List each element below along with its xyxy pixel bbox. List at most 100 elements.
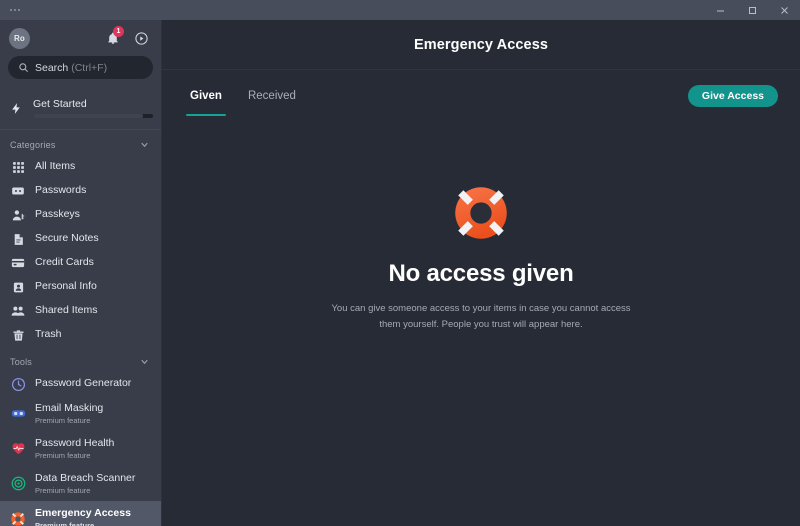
nav-text: Shared Items	[35, 304, 97, 317]
nav-text: Passkeys	[35, 208, 80, 221]
nav-text: Data Breach Scanner Premium feature	[35, 472, 135, 496]
search-input[interactable]: Search (Ctrl+F)	[8, 56, 153, 79]
notification-badge: 1	[113, 26, 124, 37]
passkey-person-icon	[10, 207, 26, 223]
page-title: Emergency Access	[413, 36, 549, 53]
personal-info-icon	[10, 279, 26, 295]
mask-icon	[10, 406, 26, 422]
group-title: Tools	[10, 356, 33, 367]
chevron-down-icon[interactable]	[139, 356, 150, 367]
close-button[interactable]	[768, 0, 800, 20]
sidebar-item-secure-notes[interactable]: Secure Notes	[0, 227, 161, 251]
sidebar-item-label: Trash	[35, 328, 62, 341]
sidebar: Ro 1 Search (Ctrl+F) Get Started Categor…	[0, 20, 162, 526]
search-label: Search	[35, 61, 69, 74]
credit-card-icon	[10, 255, 26, 271]
sidebar-top-bar: Ro 1	[0, 20, 161, 56]
maximize-button[interactable]	[736, 0, 768, 20]
sidebar-item-emergency-access[interactable]: Emergency Access Premium feature	[0, 501, 161, 526]
main-toolbar: Given Received Give Access	[162, 70, 800, 121]
sidebar-item-passkeys[interactable]: Passkeys	[0, 203, 161, 227]
sidebar-item-label: Personal Info	[35, 280, 97, 293]
empty-state: No access given You can give someone acc…	[162, 121, 800, 526]
main-header: Emergency Access	[162, 20, 800, 70]
sidebar-item-label: Email Masking	[35, 401, 104, 414]
nav-text: Emergency Access Premium feature	[35, 507, 131, 526]
nav-text: Passwords	[35, 184, 86, 197]
heart-pulse-icon	[10, 441, 26, 457]
people-icon	[10, 303, 26, 319]
sidebar-item-label: Data Breach Scanner	[35, 471, 136, 484]
note-icon	[10, 231, 26, 247]
get-started-progress	[33, 114, 153, 118]
get-started-label: Get Started	[33, 98, 87, 110]
trash-icon	[10, 327, 26, 343]
sidebar-item-sublabel: Premium feature	[35, 520, 95, 526]
password-icon	[10, 183, 26, 199]
get-started-item[interactable]: Get Started	[0, 91, 161, 125]
sidebar-item-label: Credit Cards	[35, 256, 94, 269]
sidebar-item-trash[interactable]: Trash	[0, 323, 161, 347]
sidebar-group-tools-header[interactable]: Tools	[0, 347, 161, 372]
search-icon	[19, 63, 29, 73]
sidebar-item-label: Emergency Access	[35, 506, 131, 519]
nav-text: Personal Info	[35, 280, 97, 293]
search-placeholder: Search (Ctrl+F)	[35, 62, 107, 74]
nav-text: Password Generator	[35, 377, 131, 390]
minimize-button[interactable]	[704, 0, 736, 20]
ellipsis-icon[interactable]	[6, 5, 24, 15]
lifebuoy-icon	[10, 511, 26, 526]
app-window: Ro 1 Search (Ctrl+F) Get Started Categor…	[0, 0, 800, 526]
sidebar-item-sublabel: Premium feature	[35, 485, 91, 495]
group-title: Categories	[10, 139, 56, 150]
sidebar-item-credit-cards[interactable]: Credit Cards	[0, 251, 161, 275]
give-access-button[interactable]: Give Access	[687, 84, 778, 107]
grid-icon	[10, 159, 26, 175]
chevron-down-icon[interactable]	[139, 139, 150, 150]
search-shortcut: (Ctrl+F)	[71, 61, 108, 74]
empty-state-description: You can give someone access to your item…	[331, 303, 631, 330]
tab-received[interactable]: Received	[246, 70, 298, 121]
nav-text: All Items	[35, 160, 75, 173]
sidebar-group-categories-header[interactable]: Categories	[0, 130, 161, 155]
sidebar-item-label: Passkeys	[35, 208, 80, 221]
lifebuoy-icon	[455, 187, 507, 239]
sidebar-item-label: Password Health	[35, 436, 115, 449]
sidebar-item-sublabel: Premium feature	[35, 450, 91, 460]
nav-text: Email Masking Premium feature	[35, 402, 103, 426]
sidebar-item-label: Secure Notes	[35, 232, 99, 245]
sidebar-item-label: Passwords	[35, 184, 87, 197]
tab-list: Given Received	[186, 70, 298, 121]
power-settings-icon	[134, 31, 148, 45]
sidebar-item-personal-info[interactable]: Personal Info	[0, 275, 161, 299]
sidebar-item-label: All Items	[35, 160, 76, 173]
password-generator-icon	[10, 376, 26, 392]
sidebar-item-data-breach-scanner[interactable]: Data Breach Scanner Premium feature	[0, 466, 161, 501]
sidebar-item-label: Shared Items	[35, 304, 98, 317]
settings-button[interactable]	[130, 27, 152, 49]
search-container: Search (Ctrl+F)	[0, 56, 161, 79]
sidebar-item-label: Password Generator	[35, 377, 132, 390]
main-content: Emergency Access Given Received Give Acc…	[162, 20, 800, 526]
sidebar-item-sublabel: Premium feature	[35, 415, 91, 425]
sidebar-scroll-area[interactable]: Categories All Items Passwords Passkeys …	[0, 130, 161, 526]
nav-text: Trash	[35, 328, 61, 341]
nav-text: Password Health Premium feature	[35, 437, 114, 461]
scanner-icon	[10, 476, 26, 492]
sidebar-item-shared-items[interactable]: Shared Items	[0, 299, 161, 323]
nav-text: Secure Notes	[35, 232, 99, 245]
tab-given[interactable]: Given	[186, 70, 226, 121]
sidebar-item-email-masking[interactable]: Email Masking Premium feature	[0, 396, 161, 431]
notifications-button[interactable]: 1	[102, 26, 124, 49]
sidebar-item-passwords[interactable]: Passwords	[0, 179, 161, 203]
title-bar	[0, 0, 800, 20]
nav-text: Credit Cards	[35, 256, 94, 269]
sidebar-item-password-health[interactable]: Password Health Premium feature	[0, 431, 161, 466]
sidebar-item-password-generator[interactable]: Password Generator	[0, 372, 161, 396]
empty-state-title: No access given	[388, 260, 574, 287]
avatar[interactable]: Ro	[9, 27, 30, 49]
window-controls	[704, 0, 800, 20]
sidebar-item-all-items[interactable]: All Items	[0, 155, 161, 179]
app-body: Ro 1 Search (Ctrl+F) Get Started Categor…	[0, 20, 800, 526]
bolt-icon	[8, 101, 24, 116]
